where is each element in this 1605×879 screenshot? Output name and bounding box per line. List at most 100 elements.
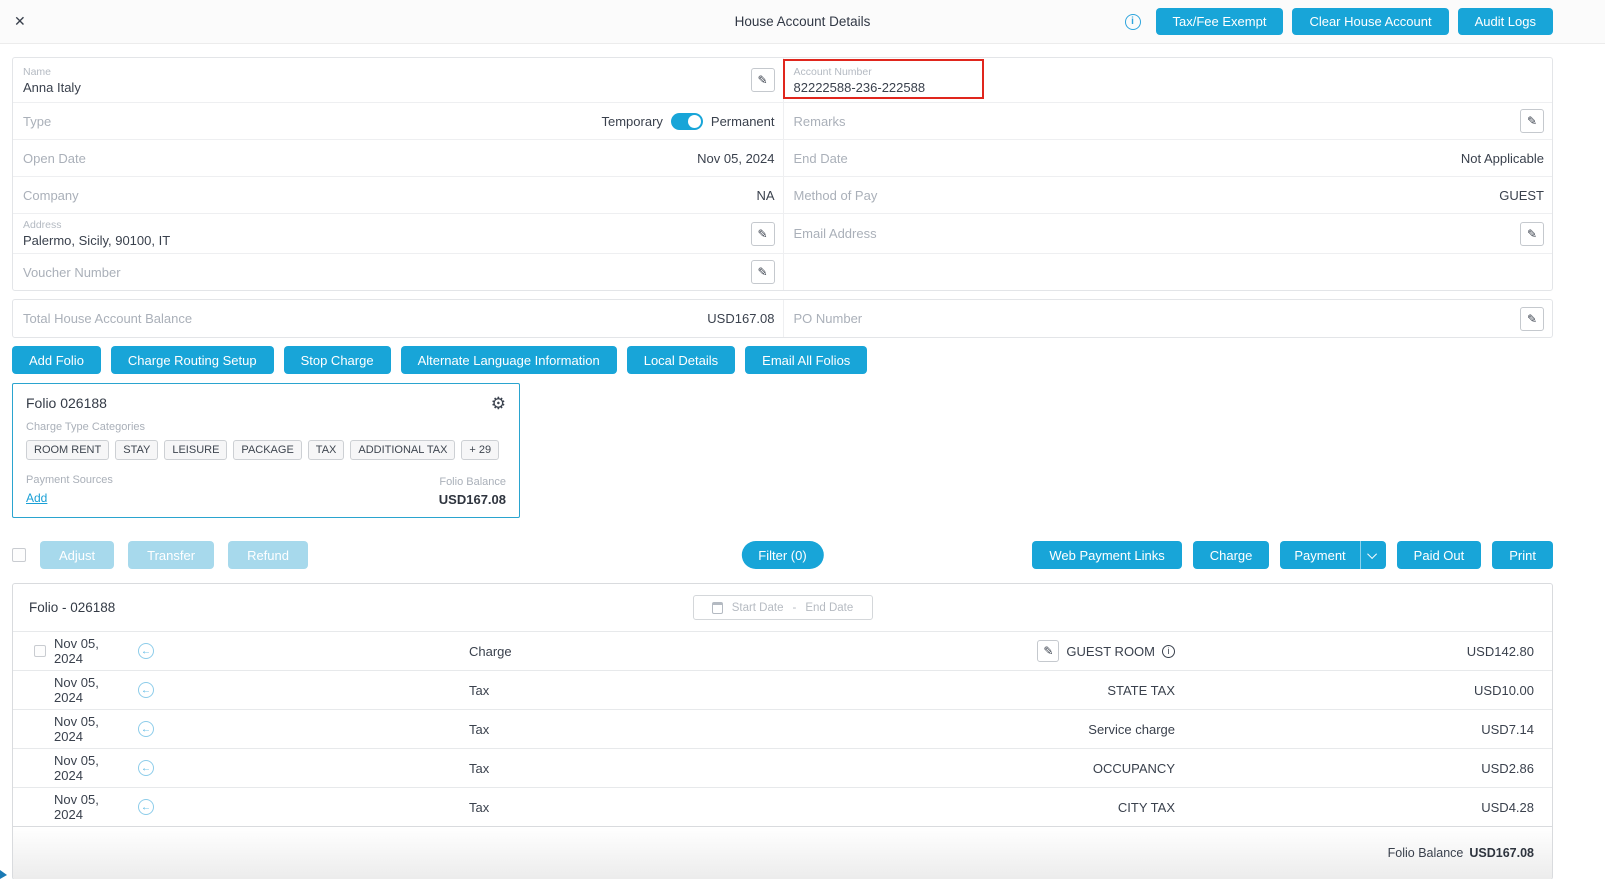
edit-po-number-icon[interactable]: ✎ <box>1520 307 1544 331</box>
row-amount: USD142.80 <box>1175 644 1534 659</box>
print-button[interactable]: Print <box>1492 541 1553 569</box>
address-label: Address <box>23 219 751 231</box>
select-all-checkbox[interactable] <box>12 548 26 562</box>
routing-arrow-icon[interactable]: ← <box>138 682 154 698</box>
stop-charge-button[interactable]: Stop Charge <box>284 346 391 374</box>
row-description: STATE TAX <box>1107 683 1175 698</box>
type-label: Type <box>23 114 51 129</box>
account-number-label: Account Number <box>794 66 1545 78</box>
type-permanent-label: Permanent <box>711 114 775 129</box>
account-number-field: Account Number 82222588-236-222588 <box>783 58 1553 102</box>
routing-arrow-icon[interactable]: ← <box>138 721 154 737</box>
total-balance-label: Total House Account Balance <box>23 311 192 326</box>
table-row[interactable]: Nov 05, 2024 ← Charge ✎ GUEST ROOM i USD… <box>13 631 1552 670</box>
company-field: Company NA <box>13 176 783 213</box>
folio-transactions-panel: Folio - 026188 Start Date - End Date Nov… <box>12 583 1553 879</box>
account-number-value: 82222588-236-222588 <box>794 80 1545 95</box>
folio-table-title: Folio - 026188 <box>29 600 115 615</box>
refund-button[interactable]: Refund <box>228 541 308 569</box>
method-of-pay-value: GUEST <box>1499 188 1544 203</box>
row-date: Nov 05, 2024 <box>54 792 129 822</box>
total-balance-field: Total House Account Balance USD167.08 <box>13 300 783 337</box>
row-date: Nov 05, 2024 <box>54 753 129 783</box>
payment-button[interactable]: Payment <box>1280 541 1360 569</box>
email-all-folios-button[interactable]: Email All Folios <box>745 346 867 374</box>
row-type: Charge <box>169 644 689 659</box>
folio-balance-label: Folio Balance <box>439 476 506 488</box>
chip-stay: STAY <box>115 440 158 460</box>
chip-leisure: LEISURE <box>164 440 227 460</box>
gear-icon[interactable]: ⚙ <box>491 395 506 412</box>
payment-dropdown-toggle[interactable] <box>1361 541 1386 569</box>
add-folio-button[interactable]: Add Folio <box>12 346 101 374</box>
folio-balance-footer: Folio Balance USD167.08 <box>13 826 1552 879</box>
tax-fee-exempt-button[interactable]: Tax/Fee Exempt <box>1156 8 1284 35</box>
name-field: Name Anna Italy ✎ <box>13 58 783 102</box>
end-date-label: End Date <box>794 151 848 166</box>
charge-routing-setup-button[interactable]: Charge Routing Setup <box>111 346 274 374</box>
paid-out-button[interactable]: Paid Out <box>1397 541 1482 569</box>
name-value: Anna Italy <box>23 80 751 95</box>
row-checkbox[interactable] <box>34 645 46 657</box>
transfer-button[interactable]: Transfer <box>128 541 214 569</box>
adjust-button[interactable]: Adjust <box>40 541 114 569</box>
folio-card-title: Folio 026188 <box>26 395 107 411</box>
info-icon[interactable]: i <box>1125 14 1141 30</box>
alternate-language-information-button[interactable]: Alternate Language Information <box>401 346 617 374</box>
address-field: Address Palermo, Sicily, 90100, IT ✎ <box>13 213 783 253</box>
close-icon[interactable]: ✕ <box>14 13 26 30</box>
audit-logs-button[interactable]: Audit Logs <box>1458 8 1553 35</box>
folio-card[interactable]: Folio 026188 ⚙ Charge Type Categories RO… <box>12 383 520 518</box>
type-toggle[interactable] <box>671 113 703 130</box>
routing-arrow-icon[interactable]: ← <box>138 799 154 815</box>
header-actions: i Tax/Fee Exempt Clear House Account Aud… <box>1125 8 1554 35</box>
page-title: House Account Details <box>735 14 871 29</box>
table-row[interactable]: Nov 05, 2024 ← Tax Service charge USD7.1… <box>13 709 1552 748</box>
po-number-field: PO Number ✎ <box>783 300 1553 337</box>
edit-charge-icon[interactable]: ✎ <box>1037 640 1059 662</box>
local-details-button[interactable]: Local Details <box>627 346 735 374</box>
row-amount: USD2.86 <box>1175 761 1534 776</box>
remarks-label: Remarks <box>794 114 846 129</box>
type-temporary-label: Temporary <box>601 114 662 129</box>
edit-address-icon[interactable]: ✎ <box>751 222 775 246</box>
email-label: Email Address <box>794 226 877 241</box>
edit-email-icon[interactable]: ✎ <box>1520 222 1544 246</box>
charge-info-icon[interactable]: i <box>1162 645 1175 658</box>
charge-button[interactable]: Charge <box>1193 541 1270 569</box>
footer-balance-value: USD167.08 <box>1469 846 1534 860</box>
edit-name-icon[interactable]: ✎ <box>751 68 775 92</box>
address-value: Palermo, Sicily, 90100, IT <box>23 233 751 248</box>
method-of-pay-label: Method of Pay <box>794 188 878 203</box>
method-of-pay-field: Method of Pay GUEST <box>783 176 1553 213</box>
end-date-placeholder: End Date <box>805 602 853 614</box>
row-type: Tax <box>169 761 689 776</box>
empty-cell <box>783 253 1553 290</box>
filter-button[interactable]: Filter (0) <box>741 541 823 569</box>
routing-arrow-icon[interactable]: ← <box>138 760 154 776</box>
edit-remarks-icon[interactable]: ✎ <box>1520 109 1544 133</box>
chip-additional-tax: ADDITIONAL TAX <box>350 440 455 460</box>
company-label: Company <box>23 188 79 203</box>
date-range-picker[interactable]: Start Date - End Date <box>693 595 873 620</box>
table-row[interactable]: Nov 05, 2024 ← Tax STATE TAX USD10.00 <box>13 670 1552 709</box>
table-row[interactable]: Nov 05, 2024 ← Tax CITY TAX USD4.28 <box>13 787 1552 826</box>
voucher-number-label: Voucher Number <box>23 265 121 280</box>
clear-house-account-button[interactable]: Clear House Account <box>1292 8 1448 35</box>
routing-arrow-icon[interactable]: ← <box>138 643 154 659</box>
chip-more-count[interactable]: + 29 <box>461 440 499 460</box>
row-description: OCCUPANCY <box>1093 761 1175 776</box>
edit-voucher-icon[interactable]: ✎ <box>751 260 775 284</box>
calendar-icon <box>712 602 723 614</box>
row-date: Nov 05, 2024 <box>54 675 129 705</box>
add-payment-source-link[interactable]: Add <box>26 491 47 505</box>
total-balance-value: USD167.08 <box>707 311 774 326</box>
folio-toolbar: Add Folio Charge Routing Setup Stop Char… <box>12 346 1553 374</box>
email-field: Email Address ✎ <box>783 213 1553 253</box>
name-label: Name <box>23 66 751 78</box>
table-row[interactable]: Nov 05, 2024 ← Tax OCCUPANCY USD2.86 <box>13 748 1552 787</box>
row-type: Tax <box>169 722 689 737</box>
row-description: Service charge <box>1088 722 1175 737</box>
footer-balance-label: Folio Balance <box>1388 846 1464 860</box>
web-payment-links-button[interactable]: Web Payment Links <box>1032 541 1181 569</box>
